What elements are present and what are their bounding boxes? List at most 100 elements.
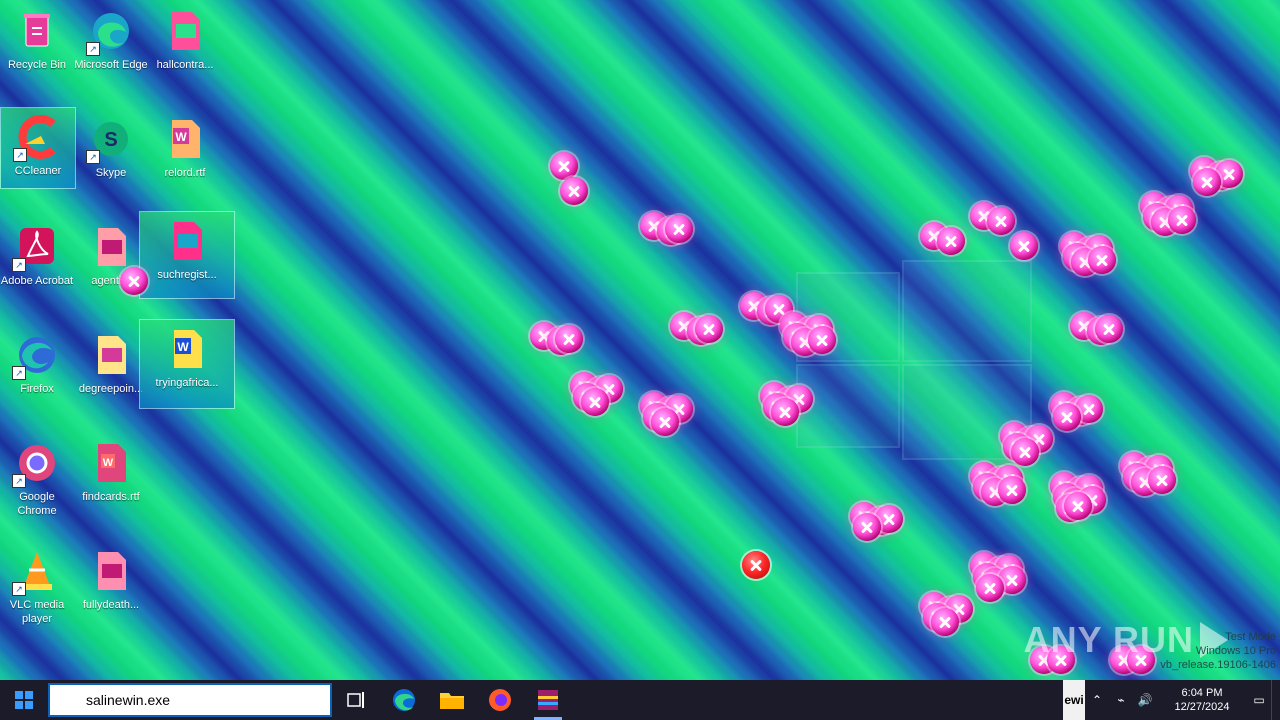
shortcut-arrow-icon bbox=[12, 258, 26, 272]
error-icon bbox=[1095, 315, 1123, 343]
shortcut-arrow-icon bbox=[12, 582, 26, 596]
taskbar-winrar-button[interactable] bbox=[524, 680, 572, 720]
error-icon bbox=[555, 325, 583, 353]
error-icon bbox=[771, 398, 799, 426]
error-icon bbox=[998, 476, 1026, 504]
shortcut-arrow-icon bbox=[12, 366, 26, 380]
winrar-icon bbox=[538, 690, 558, 710]
icon-label-microsoft-edge: Microsoft Edge bbox=[74, 59, 148, 71]
error-icon bbox=[120, 267, 148, 295]
win-pane-bl bbox=[796, 364, 900, 448]
start-button[interactable] bbox=[0, 680, 48, 720]
word-doc-icon: W bbox=[88, 440, 134, 486]
desktop-icon-suchregist[interactable]: suchregist... bbox=[139, 211, 235, 299]
desktop-icon-skype[interactable]: S Skype bbox=[74, 110, 148, 180]
shortcut-arrow-icon bbox=[12, 474, 26, 488]
taskbar-search-input[interactable]: salinewin.exe bbox=[48, 683, 332, 717]
svg-text:W: W bbox=[103, 457, 114, 469]
notification-icon[interactable]: ▭ bbox=[1247, 680, 1271, 720]
volume-icon[interactable]: 🔊 bbox=[1133, 680, 1157, 720]
clock-date: 12/27/2024 bbox=[1174, 701, 1230, 713]
svg-text:S: S bbox=[104, 129, 117, 151]
desktop-icon-adobe-acrobat[interactable]: Adobe Acrobat bbox=[0, 218, 74, 288]
shortcut-arrow-icon bbox=[86, 42, 100, 56]
build-info-line: Windows 10 Pro bbox=[1195, 645, 1276, 657]
taskbar-file-explorer-button[interactable] bbox=[428, 680, 476, 720]
folder-icon bbox=[440, 693, 464, 709]
desktop-icon-hallcontra[interactable]: hallcontra... bbox=[148, 2, 222, 72]
recycle-bin-icon bbox=[14, 8, 60, 54]
desktop-icon-relord[interactable]: W relord.rtf bbox=[148, 110, 222, 180]
error-icon bbox=[1010, 232, 1038, 260]
taskbar-firefox-button[interactable] bbox=[476, 680, 524, 720]
icon-label-google-chrome: Google Chrome bbox=[17, 491, 57, 517]
shortcut-arrow-icon bbox=[13, 148, 27, 162]
desktop: Recycle Bin CCleaner Adobe Acrobat Firef… bbox=[0, 0, 1280, 680]
error-icon bbox=[808, 326, 836, 354]
error-icon bbox=[853, 513, 881, 541]
tray-partial-window[interactable]: ewi bbox=[1063, 680, 1085, 720]
shortcut-arrow-icon bbox=[86, 150, 100, 164]
icon-label-hallcontra: hallcontra... bbox=[156, 59, 214, 71]
taskbar-clock[interactable]: 6:04 PM 12/27/2024 bbox=[1157, 686, 1247, 714]
word-doc-icon: W bbox=[164, 326, 210, 372]
error-icon bbox=[1088, 246, 1116, 274]
skype-icon: S bbox=[86, 116, 134, 164]
icon-label-degreepoin: degreepoin... bbox=[78, 383, 144, 395]
desktop-icon-fullydeath[interactable]: fullydeath... bbox=[74, 542, 148, 612]
firefox-icon bbox=[12, 332, 60, 380]
desktop-icon-firefox[interactable]: Firefox bbox=[0, 326, 74, 396]
tray-overflow-icon[interactable]: ⌃ bbox=[1085, 680, 1109, 720]
icon-label-recycle-bin: Recycle Bin bbox=[7, 59, 67, 71]
desktop-icon-vlc[interactable]: VLC media player bbox=[0, 542, 74, 626]
desktop-icon-microsoft-edge[interactable]: Microsoft Edge bbox=[74, 2, 148, 72]
error-icon bbox=[976, 574, 1004, 602]
error-icon bbox=[651, 408, 679, 436]
desktop-icon-recycle-bin[interactable]: Recycle Bin bbox=[0, 2, 74, 72]
icon-label-adobe-acrobat: Adobe Acrobat bbox=[0, 275, 74, 287]
clock-time: 6:04 PM bbox=[1181, 687, 1223, 699]
error-icon bbox=[550, 152, 578, 180]
error-icon bbox=[1053, 403, 1081, 431]
firefox-icon bbox=[489, 689, 511, 711]
image-file-icon bbox=[88, 332, 134, 378]
desktop-icon-findcards[interactable]: W findcards.rtf bbox=[74, 434, 148, 504]
desktop-icon-degreepoin[interactable]: degreepoin... bbox=[74, 326, 148, 396]
image-file-icon bbox=[88, 224, 134, 270]
error-icon bbox=[581, 388, 609, 416]
task-view-icon bbox=[347, 692, 364, 708]
svg-text:W: W bbox=[175, 130, 187, 144]
search-input-value: salinewin.exe bbox=[86, 692, 171, 708]
icon-label-firefox: Firefox bbox=[20, 383, 54, 395]
taskbar-edge-button[interactable] bbox=[380, 680, 428, 720]
task-view-button[interactable] bbox=[332, 680, 380, 720]
ccleaner-icon bbox=[13, 114, 61, 162]
desktop-icon-ccleaner[interactable]: CCleaner bbox=[0, 107, 76, 189]
error-icon bbox=[1011, 438, 1039, 466]
windows-start-icon bbox=[15, 691, 33, 709]
chrome-icon bbox=[12, 440, 60, 488]
win-pane-tr bbox=[902, 260, 1032, 362]
taskbar: salinewin.exe ewi ⌃ ⌁ 🔊 6:04 PM 12/27/20… bbox=[0, 680, 1280, 720]
image-file-icon bbox=[88, 548, 134, 594]
icon-label-tryingafrica: tryingafrica... bbox=[155, 377, 219, 389]
icon-label-relord: relord.rtf bbox=[164, 167, 206, 179]
error-icon bbox=[742, 551, 770, 579]
error-icon bbox=[560, 177, 588, 205]
icon-label-vlc: VLC media player bbox=[9, 599, 65, 625]
error-icon bbox=[695, 315, 723, 343]
icon-label-findcards: findcards.rtf bbox=[82, 491, 140, 503]
edge-icon bbox=[393, 689, 415, 711]
icon-label-suchregist: suchregist... bbox=[157, 269, 217, 281]
error-icon bbox=[1064, 492, 1092, 520]
build-info-line: Test Mode bbox=[1225, 631, 1276, 643]
network-icon[interactable]: ⌁ bbox=[1109, 680, 1133, 720]
icon-label-fullydeath: fullydeath... bbox=[82, 599, 140, 611]
desktop-icon-google-chrome[interactable]: Google Chrome bbox=[0, 434, 74, 518]
show-desktop-button[interactable] bbox=[1271, 680, 1280, 720]
windows-build-info: Test Mode Windows 10 Pro vb_release.1910… bbox=[1160, 630, 1276, 672]
image-file-icon bbox=[162, 8, 208, 54]
vlc-icon bbox=[12, 548, 60, 596]
desktop-icon-tryingafrica[interactable]: W tryingafrica... bbox=[139, 319, 235, 409]
icon-label-ccleaner: CCleaner bbox=[14, 165, 62, 177]
